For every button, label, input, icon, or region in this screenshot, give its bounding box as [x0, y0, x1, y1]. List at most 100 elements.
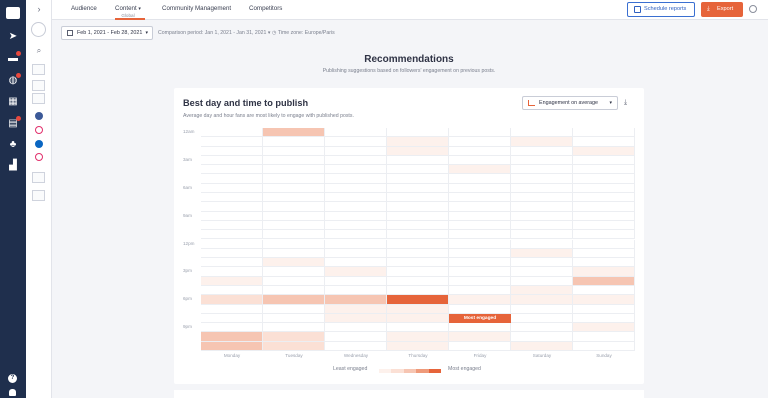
heatmap-cell[interactable] [449, 211, 511, 221]
heatmap-cell[interactable] [449, 295, 511, 305]
heatmap-cell[interactable] [201, 202, 263, 212]
heatmap-cell[interactable] [387, 341, 449, 351]
heatmap-cell[interactable] [511, 267, 573, 277]
heatmap-cell[interactable] [263, 332, 325, 342]
schedule-reports-button[interactable]: Schedule reports [627, 2, 695, 17]
heatmap-cell[interactable] [263, 183, 325, 194]
heatmap-cell[interactable] [449, 304, 511, 314]
linkedin-icon[interactable] [35, 140, 43, 148]
heatmap-cell[interactable] [201, 313, 263, 324]
heatmap-cell[interactable] [511, 323, 573, 333]
heatmap-cell[interactable] [325, 258, 387, 268]
app-logo[interactable] [6, 7, 20, 19]
heatmap-cell[interactable] [449, 341, 511, 351]
calendar-icon[interactable]: ▦ [7, 96, 19, 108]
heatmap-cell[interactable] [325, 276, 387, 286]
heatmap-cell[interactable] [511, 304, 573, 314]
heatmap-cell[interactable] [201, 146, 263, 156]
heatmap-cell[interactable] [325, 165, 387, 175]
heatmap-cell[interactable] [511, 332, 573, 342]
heatmap-cell[interactable] [263, 174, 325, 184]
heatmap-cell[interactable] [325, 183, 387, 194]
heatmap-cell[interactable] [263, 128, 325, 138]
heatmap-cell[interactable] [263, 248, 325, 259]
heatmap-cell[interactable] [511, 285, 573, 296]
heatmap-cell[interactable] [449, 220, 511, 231]
heatmap-cell[interactable] [387, 304, 449, 314]
heatmap-cell[interactable] [263, 220, 325, 231]
heatmap-cell[interactable] [511, 165, 573, 175]
report-thumbnail[interactable] [32, 93, 45, 104]
tab-competitors[interactable]: Competitors [249, 5, 282, 12]
heatmap-cell[interactable] [387, 295, 449, 305]
heatmap-cell[interactable] [325, 239, 387, 249]
heatmap-cell[interactable] [201, 258, 263, 268]
help-icon[interactable]: ? [8, 374, 17, 383]
heatmap-cell[interactable] [201, 323, 263, 333]
heatmap-cell[interactable] [263, 276, 325, 286]
report-thumbnail[interactable] [32, 64, 45, 75]
heatmap-cell[interactable] [325, 248, 387, 259]
heatmap-cell[interactable] [325, 267, 387, 277]
heatmap-cell[interactable] [387, 276, 449, 286]
heatmap-cell[interactable] [201, 304, 263, 314]
chevron-right-icon[interactable]: › [26, 4, 52, 14]
heatmap-cell[interactable] [201, 220, 263, 231]
heatmap-cell[interactable] [263, 323, 325, 333]
heatmap-cell[interactable] [449, 146, 511, 156]
comparison-period[interactable]: Comparison period: Jan 1, 2021 - Jan 31,… [158, 30, 335, 36]
heatmap-cell[interactable] [511, 276, 573, 286]
heatmap-cell[interactable] [449, 276, 511, 286]
heatmap-cell[interactable] [449, 332, 511, 342]
heatmap-cell[interactable] [449, 248, 511, 259]
heatmap-cell[interactable] [511, 155, 573, 166]
heatmap-cell[interactable] [325, 220, 387, 231]
heatmap-cell[interactable] [449, 193, 511, 203]
heatmap-cell[interactable] [325, 155, 387, 166]
inbox-icon[interactable]: ▬ [7, 51, 21, 65]
heatmap-cell[interactable] [387, 248, 449, 259]
heatmap-cell[interactable] [387, 230, 449, 240]
heatmap-cell[interactable] [573, 276, 635, 286]
heatmap-cell[interactable] [449, 239, 511, 249]
heatmap-cell[interactable] [387, 174, 449, 184]
heatmap-cell[interactable] [201, 295, 263, 305]
heatmap-cell[interactable] [387, 323, 449, 333]
heatmap-cell[interactable] [387, 220, 449, 231]
instagram-icon[interactable] [35, 126, 43, 134]
heatmap-cell[interactable] [573, 211, 635, 221]
report-thumbnail[interactable] [32, 190, 45, 201]
heatmap-cell[interactable] [263, 313, 325, 324]
heatmap-cell[interactable] [387, 165, 449, 175]
heatmap-cell[interactable] [573, 313, 635, 324]
clipboard-icon[interactable]: ▤ [7, 116, 21, 130]
heatmap-cell[interactable] [573, 137, 635, 147]
heatmap-cell[interactable] [201, 230, 263, 240]
heatmap-cell[interactable] [387, 285, 449, 296]
heatmap-cell[interactable] [325, 341, 387, 351]
heatmap-cell[interactable] [449, 258, 511, 268]
analytics-icon[interactable]: ▟ [7, 160, 19, 172]
heatmap-cell[interactable] [325, 202, 387, 212]
heatmap-cell[interactable] [325, 230, 387, 240]
heatmap-cell[interactable] [387, 137, 449, 147]
export-button[interactable]: ⤓ Export [701, 2, 743, 17]
heatmap-cell[interactable] [325, 304, 387, 314]
heatmap-cell[interactable] [263, 341, 325, 351]
heatmap-cell[interactable] [325, 137, 387, 147]
heatmap-cell[interactable] [325, 128, 387, 138]
heatmap-cell[interactable] [573, 295, 635, 305]
gear-icon[interactable] [749, 5, 757, 13]
heatmap-cell[interactable] [573, 165, 635, 175]
heatmap-cell[interactable] [201, 155, 263, 166]
heatmap-cell[interactable] [263, 155, 325, 166]
heatmap-cell[interactable] [201, 239, 263, 249]
heatmap-cell[interactable] [201, 128, 263, 138]
heatmap-cell[interactable] [449, 202, 511, 212]
heatmap-cell[interactable] [511, 174, 573, 184]
heatmap-cell[interactable] [511, 220, 573, 231]
heatmap-cell[interactable] [201, 276, 263, 286]
heatmap-cell[interactable] [201, 211, 263, 221]
heatmap-cell[interactable] [573, 304, 635, 314]
heatmap-cell[interactable] [573, 146, 635, 156]
